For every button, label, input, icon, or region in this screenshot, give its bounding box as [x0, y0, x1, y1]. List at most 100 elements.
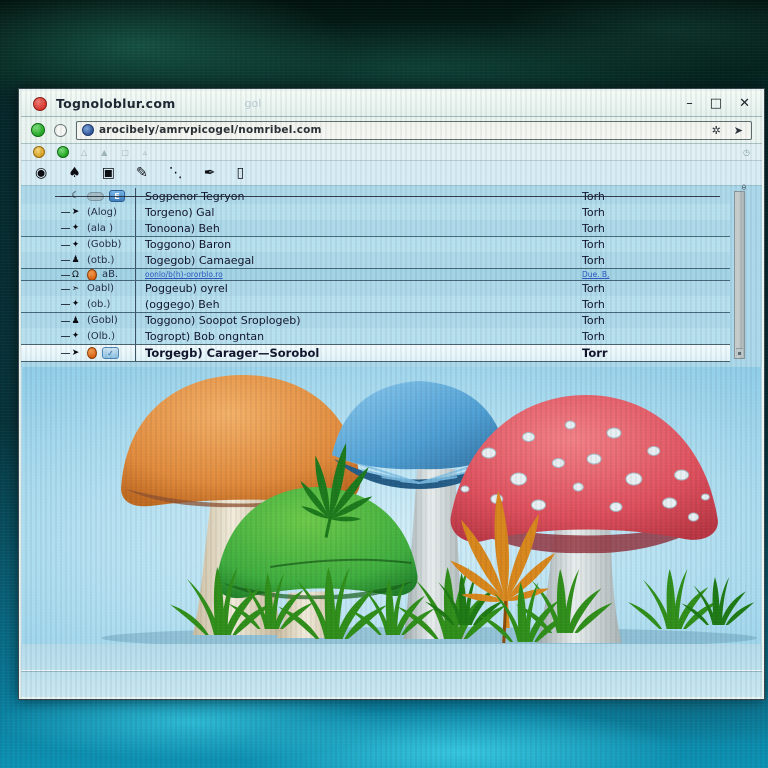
clock-icon: ◷: [743, 148, 750, 157]
vertical-scrollbar[interactable]: ▪: [734, 191, 745, 359]
tree-pointer-icon: ➣: [69, 284, 82, 294]
row-title[interactable]: Toggono) Soopot Sroplogeb): [135, 313, 582, 328]
window-title: Tognoloblur.com: [56, 96, 176, 111]
green-nav-button[interactable]: [31, 123, 45, 137]
window-controls: – □ ✕: [686, 96, 750, 111]
status-divider: [21, 670, 762, 672]
table-row[interactable]: ✦ (ala ) Tonoona) BehTorh: [21, 220, 730, 236]
row-title[interactable]: Poggeub) oyrel: [135, 281, 582, 296]
send-lines-icon[interactable]: ⋱: [169, 166, 183, 180]
bookmark-icons: △ ▲ ▢ ▵: [81, 148, 147, 157]
image-icon[interactable]: ▣: [102, 166, 115, 180]
table-row[interactable]: ΩaB.oonlo/b(h)-ororblo.roDue. B,: [21, 268, 730, 280]
table-row[interactable]: ➣ Oabl) Poggeub) oyrelTorh: [21, 280, 730, 296]
status-bar: [21, 644, 762, 697]
row-value: Torh: [582, 314, 730, 327]
tree-pointer-icon: Ω: [69, 270, 82, 280]
row-value: Torh: [582, 222, 730, 235]
row-value: Torh: [582, 238, 730, 251]
tree-gutter: ✦ (Gobb): [21, 237, 135, 252]
row-title[interactable]: Sogpenor Tegryon: [135, 188, 582, 204]
tree-pointer-icon: ♟: [69, 316, 82, 326]
tree-gutter: ΩaB.: [21, 269, 135, 280]
tree-gutter: ✦ (ala ): [21, 220, 135, 236]
phone-icon[interactable]: ▯: [236, 166, 244, 180]
globe-icon: [82, 124, 94, 136]
orange-dot-icon: [87, 269, 97, 281]
pen-icon[interactable]: ✎: [136, 166, 148, 180]
target-icon[interactable]: ◉: [35, 166, 47, 180]
list-panel: ☾ESogpenor TegryonTorh➤(Alog)Torgeno) Ga…: [21, 186, 762, 367]
tree-gutter: ☾E: [21, 188, 135, 204]
tree-pointer-icon: ✦: [69, 223, 82, 233]
row-label: (otb.): [87, 255, 114, 266]
go-arrow-icon[interactable]: ➤: [734, 124, 743, 137]
tree-pointer-icon: ✦: [69, 240, 82, 250]
row-label: Oabl): [87, 283, 114, 294]
row-title[interactable]: Torgegb) Carager—Sorobol: [135, 345, 582, 361]
badge-e-icon: E: [109, 190, 125, 202]
row-label: (Gobl): [87, 315, 118, 326]
row-label: (Gobb): [87, 239, 121, 250]
triangle-small-icon[interactable]: ▵: [143, 148, 147, 157]
row-title[interactable]: Torgeno) Gal: [135, 204, 582, 220]
star-icon[interactable]: ✲: [712, 124, 721, 137]
row-label: (ala ): [87, 223, 113, 234]
tree-pointer-icon: ➤: [69, 348, 82, 358]
minimize-button[interactable]: –: [686, 96, 693, 111]
shield-icon[interactable]: ♠: [68, 166, 81, 180]
triangle-outline-icon[interactable]: △: [81, 148, 87, 157]
row-value: Due. B,: [582, 270, 730, 279]
scrollbar-foot[interactable]: ▪: [736, 348, 743, 357]
tree-pointer-icon: ✦: [69, 331, 82, 341]
table-row[interactable]: ➤✓Torgegb) Carager—SorobolTorr: [21, 344, 730, 362]
tree-gutter: ➣ Oabl): [21, 281, 135, 296]
table-rows: ☾ESogpenor TegryonTorh➤(Alog)Torgeno) Ga…: [21, 188, 730, 362]
red-traffic-light-icon[interactable]: [33, 97, 47, 111]
yellow-dot-icon[interactable]: [33, 146, 45, 158]
row-value: Torr: [582, 346, 730, 360]
table-row[interactable]: ☾ESogpenor TegryonTorh: [21, 188, 730, 204]
row-value: Torh: [582, 282, 730, 295]
brush-icon[interactable]: ✒: [204, 166, 216, 180]
table-row[interactable]: ✦ (Olb.) Togropt) Bob ongntanTorh: [21, 328, 730, 344]
tree-gutter: ✦ (Olb.): [21, 328, 135, 344]
url-input[interactable]: [99, 124, 708, 136]
row-value: Torh: [582, 330, 730, 343]
maximize-button[interactable]: □: [710, 96, 722, 111]
tree-gutter: ♟ (Gobl): [21, 313, 135, 328]
table-row[interactable]: ♟(otb.)Togegob) CamaegalTorh: [21, 252, 730, 268]
triangle-filled-icon[interactable]: ▲: [101, 148, 107, 157]
row-label: (Alog): [87, 207, 117, 218]
row-title[interactable]: Tonoona) Beh: [135, 220, 582, 236]
outline-nav-button[interactable]: [54, 124, 67, 137]
row-label: (Olb.): [87, 331, 115, 342]
tree-pointer-icon: ☾: [69, 191, 82, 201]
row-title[interactable]: (oggego) Beh: [135, 296, 582, 312]
table-row[interactable]: ✦(ob.)(oggego) BehTorh: [21, 296, 730, 312]
tree-pointer-icon: ➤: [69, 207, 82, 217]
tree-pointer-icon: ♟: [69, 255, 82, 265]
row-value: Torh: [582, 190, 730, 203]
table-row[interactable]: ➤(Alog)Torgeno) GalTorh: [21, 204, 730, 220]
row-title[interactable]: oonlo/b(h)-ororblo.ro: [135, 269, 582, 280]
title-bar: Tognoloblur.com gol – □ ✕: [21, 91, 762, 117]
row-title[interactable]: Togropt) Bob ongntan: [135, 328, 582, 344]
row-label: (ob.): [87, 299, 110, 310]
title-ghost-text: gol: [245, 97, 262, 110]
tree-gutter: ➤✓: [21, 345, 135, 361]
address-bar[interactable]: ✲➤: [76, 121, 752, 140]
close-button[interactable]: ✕: [739, 96, 750, 111]
table-row[interactable]: ✦ (Gobb) Toggono) BaronTorh: [21, 236, 730, 252]
green-dot-icon[interactable]: [57, 146, 69, 158]
row-title[interactable]: Togegob) Camaegal: [135, 252, 582, 268]
badge-check-icon: ✓: [102, 347, 119, 359]
table-row[interactable]: ♟ (Gobl) Toggono) Soopot Sroplogeb)Torh: [21, 312, 730, 328]
row-label: aB.: [102, 269, 118, 280]
mushroom-illustration: [22, 367, 761, 646]
row-title[interactable]: Toggono) Baron: [135, 237, 582, 252]
page-icon[interactable]: ▢: [121, 148, 129, 157]
gray-pill-icon: [87, 192, 104, 201]
navigation-bar: ✲➤: [21, 117, 762, 144]
tree-pointer-icon: ✦: [69, 299, 82, 309]
